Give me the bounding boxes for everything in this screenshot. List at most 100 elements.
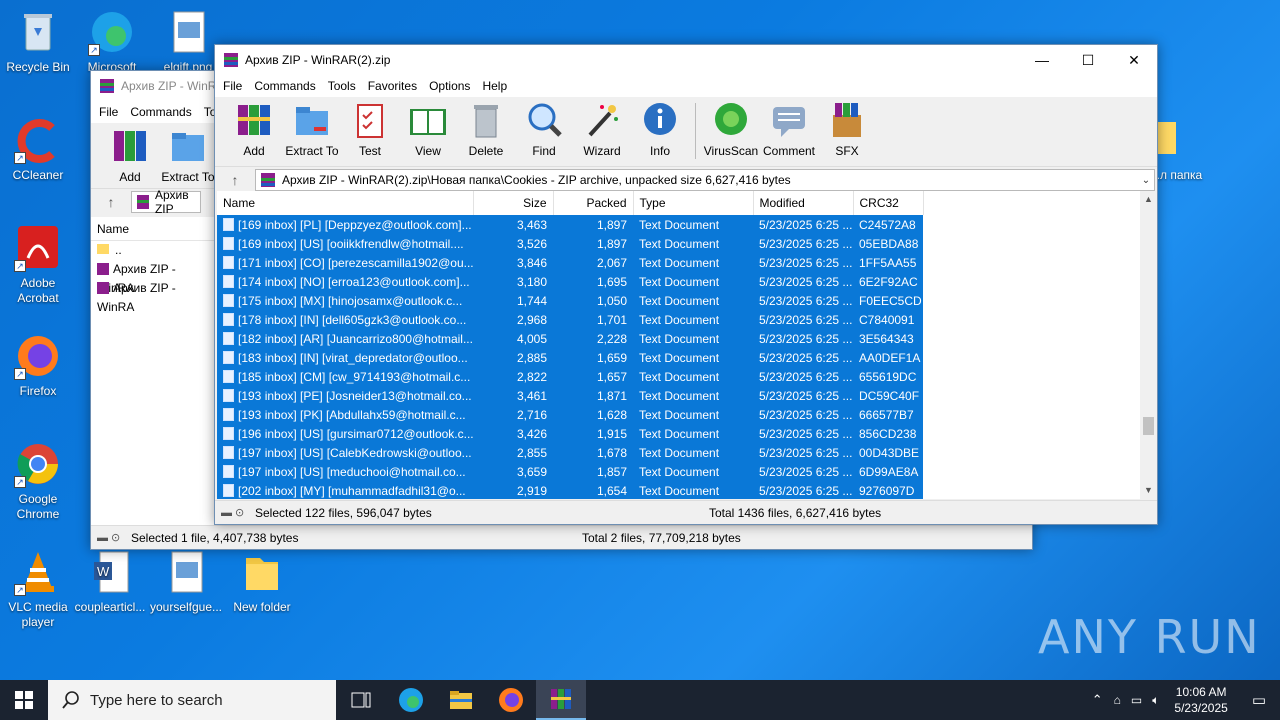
desktop-icon-label: VLC media player <box>8 600 68 629</box>
table-row[interactable]: [193 inbox] [PK] [Abdullahx59@hotmail.c.… <box>217 405 923 424</box>
cell-name: [197 inbox] [US] [meduchooi@hotmail.co..… <box>217 462 473 481</box>
close-icon[interactable]: ✕ <box>1111 45 1157 75</box>
table-row[interactable]: [185 inbox] [CM] [cw_9714193@hotmail.c..… <box>217 367 923 386</box>
taskbar-edge-button[interactable] <box>386 680 436 720</box>
column-header-type[interactable]: Type <box>633 191 754 215</box>
title-bar[interactable]: Архив ZIP - WinRAR(2).zip — ☐ ✕ <box>215 45 1157 75</box>
cell-text: Text Document <box>639 369 720 384</box>
comment-icon <box>773 107 805 137</box>
clock[interactable]: 10:06 AM 5/23/2025 <box>1164 684 1237 716</box>
cell-text: 655619DC <box>859 369 917 384</box>
list-item[interactable]: .. <box>91 241 216 260</box>
desktop-icon-chrome[interactable]: ↗ Google Chrome <box>0 440 76 522</box>
desktop-icon-recycle-bin[interactable]: Recycle Bin <box>0 8 76 75</box>
table-row[interactable]: [175 inbox] [MX] [hinojosamx@outlook.c..… <box>217 291 923 310</box>
menu-tools[interactable]: Tools <box>322 79 362 93</box>
chrome-icon: ↗ <box>14 440 62 488</box>
maximize-icon[interactable]: ☐ <box>1065 45 1111 75</box>
column-header-name[interactable]: Name <box>91 217 216 241</box>
column-header-packed[interactable]: Packed <box>553 191 634 215</box>
taskbar-search-box[interactable]: Type here to search <box>48 680 336 720</box>
cell-text: 3E564343 <box>859 331 914 346</box>
start-button[interactable] <box>0 680 48 720</box>
table-row[interactable]: [197 inbox] [US] [CalebKedrowski@outloo.… <box>217 443 923 462</box>
desktop-icon-yourselfgue[interactable]: yourselfgue... <box>148 548 224 615</box>
desktop-icon-vlc[interactable]: ↗ VLC media player <box>0 548 76 630</box>
table-row[interactable]: [196 inbox] [US] [gursimar0712@outlook.c… <box>217 424 923 443</box>
table-row[interactable]: [169 inbox] [PL] [Deppzyez@outlook.com].… <box>217 215 923 234</box>
list-item[interactable]: Архив ZIP - WinRA <box>91 279 216 314</box>
desktop-icon-firefox[interactable]: ↗ Firefox <box>0 332 76 399</box>
cell-text: 666577B7 <box>859 407 914 422</box>
desktop-icon-edge[interactable]: ↗ Microsoft <box>74 8 150 75</box>
cell-text: [178 inbox] [IN] [dell605gzk3@outlook.co… <box>238 312 467 327</box>
up-arrow-icon[interactable]: ↑ <box>91 194 131 210</box>
wizard-button[interactable]: Wizard <box>573 101 631 158</box>
taskbar-winrar-button[interactable] <box>536 680 586 720</box>
table-row[interactable]: [182 inbox] [AR] [Juancarrizo800@hotmail… <box>217 329 923 348</box>
minimize-icon[interactable]: — <box>1019 45 1065 75</box>
table-row[interactable]: [171 inbox] [CO] [perezescamilla1902@ou.… <box>217 253 923 272</box>
desktop-icon-acrobat[interactable]: ↗ Adobe Acrobat <box>0 224 76 306</box>
volume-icon[interactable]: 🔈︎ <box>1147 693 1164 708</box>
column-header-crc32[interactable]: CRC32 <box>853 191 924 215</box>
vertical-scrollbar[interactable]: ▲ ▼ <box>1140 191 1157 499</box>
menu-file[interactable]: File <box>93 105 124 119</box>
cell-text: [169 inbox] [US] [ooiikkfrendlw@hotmail.… <box>238 236 464 251</box>
table-row[interactable]: [174 inbox] [NO] [erroa123@outlook.com].… <box>217 272 923 291</box>
network-status-icon[interactable]: ⌂ <box>1109 693 1126 707</box>
chevron-up-icon[interactable]: ⌃ <box>1086 692 1109 708</box>
taskbar-explorer-button[interactable] <box>436 680 486 720</box>
menu-commands[interactable]: Commands <box>248 79 321 93</box>
desktop-icon-folder-right[interactable]: ...л папка <box>1150 116 1210 183</box>
table-row[interactable]: [202 inbox] [MY] [muhammadfadhil31@o... 2… <box>217 481 923 499</box>
notification-icon[interactable]: ▭ <box>1238 691 1280 709</box>
virusscan-button[interactable]: VirusScan <box>702 101 760 158</box>
find-button[interactable]: Find <box>515 101 573 158</box>
up-arrow-icon[interactable]: ↑ <box>215 172 255 188</box>
table-row[interactable]: [183 inbox] [IN] [virat_depredator@outlo… <box>217 348 923 367</box>
view-button[interactable]: View <box>399 101 457 158</box>
desktop-icon-new-folder[interactable]: New folder <box>224 548 300 615</box>
column-header-size[interactable]: Size <box>473 191 554 215</box>
column-header-modified[interactable]: Modified <box>753 191 854 215</box>
scroll-up-icon[interactable]: ▲ <box>1140 191 1157 208</box>
list-item[interactable]: Архив ZIP - WinRA <box>91 260 216 295</box>
menu-file[interactable]: File <box>217 79 248 93</box>
test-button[interactable]: Test <box>341 101 399 158</box>
cell-text: 1,678 <box>596 445 627 460</box>
comment-button[interactable]: Comment <box>760 101 818 158</box>
scroll-down-icon[interactable]: ▼ <box>1140 482 1157 499</box>
file-list[interactable]: Name Size Packed Type Modified CRC32 [16… <box>217 191 1157 499</box>
add-button[interactable]: Add <box>225 101 283 158</box>
menu-favorites[interactable]: Favorites <box>362 79 423 93</box>
taskbar-firefox-button[interactable] <box>486 680 536 720</box>
winrar-window-main[interactable]: Архив ZIP - WinRAR(2).zip — ☐ ✕ File Com… <box>214 44 1158 525</box>
task-view-button[interactable] <box>336 680 386 720</box>
cell-text: 1,744 <box>516 293 547 308</box>
menu-help[interactable]: Help <box>476 79 513 93</box>
info-button[interactable]: Info <box>631 101 689 158</box>
path-input[interactable]: Архив ZIP - WinRAR(2).zip\Новая папка\Co… <box>255 169 1155 191</box>
scroll-thumb[interactable] <box>1143 417 1154 435</box>
chevron-down-icon[interactable]: ⌄ <box>1138 175 1154 186</box>
desktop-icon-word-doc[interactable]: W couplearticl... <box>72 548 148 615</box>
extract-to-button[interactable]: Extract To <box>159 127 217 184</box>
desktop-icon-ccleaner[interactable]: ↗ CCleaner <box>0 116 76 183</box>
cell-text: 4,005 <box>516 331 547 346</box>
add-button[interactable]: Add <box>101 127 159 184</box>
table-row[interactable]: [197 inbox] [US] [meduchooi@hotmail.co..… <box>217 462 923 481</box>
sfx-button[interactable]: SFX <box>818 101 876 158</box>
table-row[interactable]: [193 inbox] [PE] [Josneider13@hotmail.co… <box>217 386 923 405</box>
column-header-name[interactable]: Name <box>217 191 474 215</box>
file-list[interactable]: Name .. Архив ZIP - WinRA Архив ZIP - Wi… <box>91 217 216 525</box>
table-row[interactable]: [178 inbox] [IN] [dell605gzk3@outlook.co… <box>217 310 923 329</box>
menu-options[interactable]: Options <box>423 79 476 93</box>
network-icon[interactable]: ▭ <box>1126 693 1147 707</box>
menu-commands[interactable]: Commands <box>124 105 197 119</box>
path-input[interactable]: Архив ZIP <box>131 188 201 216</box>
delete-button[interactable]: Delete <box>457 101 515 158</box>
extract-to-button[interactable]: Extract To <box>283 101 341 158</box>
table-row[interactable]: [169 inbox] [US] [ooiikkfrendlw@hotmail.… <box>217 234 923 253</box>
cell-text: 5/23/2025 6:25 ... <box>759 312 853 327</box>
